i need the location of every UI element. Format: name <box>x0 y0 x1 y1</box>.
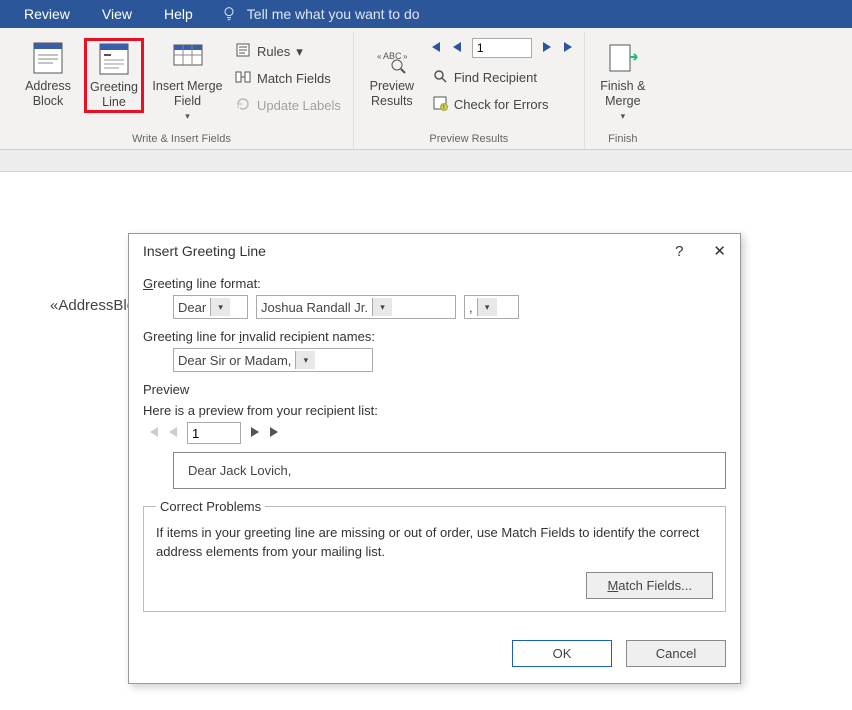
insert-greeting-line-dialog: Insert Greeting Line ? ✕ GGreeting line … <box>128 233 741 684</box>
name-format-combo[interactable]: Joshua Randall Jr. ▾ <box>256 295 456 319</box>
finish-merge-icon <box>605 40 641 76</box>
cancel-button[interactable]: Cancel <box>626 640 726 667</box>
salutation-combo[interactable]: Dear ▾ <box>173 295 248 319</box>
rules-button[interactable]: Rules ▾ <box>231 40 345 63</box>
greeting-format-label: GGreeting line format:reeting line forma… <box>143 276 726 291</box>
search-icon <box>432 68 448 87</box>
address-block-label: Address Block <box>20 79 76 109</box>
first-record-icon[interactable] <box>428 40 442 57</box>
greeting-line-button[interactable]: Greeting Line <box>84 38 144 113</box>
address-block-button[interactable]: Address Block <box>18 38 78 111</box>
preview-results-icon: «ABC» <box>374 40 410 76</box>
dropdown-caret-icon: ▾ <box>295 351 315 369</box>
group-label: Write & Insert Fields <box>18 131 345 149</box>
group-write-insert-fields: Address Block Greeting Line Insert Merge… <box>10 32 354 149</box>
update-labels-label: Update Labels <box>257 98 341 113</box>
dropdown-caret-icon: ▾ <box>296 44 303 60</box>
preview-last-icon[interactable] <box>269 426 281 441</box>
svg-text:ABC: ABC <box>383 51 402 61</box>
preview-results-button[interactable]: «ABC» Preview Results <box>362 38 422 111</box>
preview-prev-icon <box>167 426 179 441</box>
lightbulb-icon <box>221 5 237 24</box>
ribbon: Address Block Greeting Line Insert Merge… <box>0 28 852 150</box>
preview-record-input[interactable] <box>187 422 241 444</box>
correct-problems-legend: Correct Problems <box>156 499 265 514</box>
greeting-line-label: Greeting Line <box>87 80 141 110</box>
check-errors-icon: ! <box>432 95 448 114</box>
tab-view[interactable]: View <box>88 2 146 26</box>
tab-review[interactable]: Review <box>10 2 84 26</box>
punctuation-combo[interactable]: , ▾ <box>464 295 519 319</box>
match-fields-dialog-button[interactable]: Match Fields...Match Fields... <box>586 572 713 599</box>
prev-record-icon[interactable] <box>450 40 464 57</box>
group-label: Preview Results <box>362 131 576 149</box>
match-fields-label: Match Fields <box>257 71 331 86</box>
invalid-greeting-value: Dear Sir or Madam, <box>178 353 291 368</box>
preview-section-header: Preview <box>143 382 726 397</box>
dropdown-caret-icon: ▾ <box>621 109 626 124</box>
insert-merge-field-icon <box>170 40 206 76</box>
dialog-title: Insert Greeting Line <box>143 243 266 259</box>
salutation-value: Dear <box>178 300 206 315</box>
punctuation-value: , <box>469 300 473 315</box>
dropdown-caret-icon: ▾ <box>185 109 190 124</box>
invalid-names-label: Greeting line for invalid recipient name… <box>143 329 726 344</box>
group-label: Finish <box>593 131 653 149</box>
match-fields-icon <box>235 69 251 88</box>
insert-merge-field-button[interactable]: Insert Merge Field ▾ <box>150 38 225 126</box>
preview-text: Dear Jack Lovich, <box>188 463 291 478</box>
tell-me-search[interactable]: Tell me what you want to do <box>221 5 420 24</box>
tab-help[interactable]: Help <box>150 2 207 26</box>
check-errors-button[interactable]: ! Check for Errors <box>428 93 576 116</box>
dropdown-caret-icon: ▾ <box>477 298 497 316</box>
greeting-line-icon <box>96 41 132 77</box>
svg-text:»: » <box>403 52 408 61</box>
find-recipient-button[interactable]: Find Recipient <box>428 66 576 89</box>
tell-me-label: Tell me what you want to do <box>247 6 420 22</box>
group-preview-results: «ABC» Preview Results Find Recipient <box>354 32 585 149</box>
preview-intro: Here is a preview from your recipient li… <box>143 403 726 418</box>
correct-problems-group: Correct Problems If items in your greeti… <box>143 499 726 612</box>
check-errors-label: Check for Errors <box>454 97 549 112</box>
update-labels-icon <box>235 96 251 115</box>
finish-merge-button[interactable]: Finish & Merge ▾ <box>593 38 653 126</box>
record-number-input[interactable] <box>472 38 532 58</box>
svg-text:«: « <box>377 52 382 61</box>
address-block-icon <box>30 40 66 76</box>
rules-icon <box>235 42 251 61</box>
dropdown-caret-icon: ▾ <box>210 298 230 316</box>
page-gap <box>0 150 852 172</box>
preview-output: Dear Jack Lovich, <box>173 452 726 489</box>
update-labels-button: Update Labels <box>231 94 345 117</box>
preview-results-label: Preview Results <box>364 79 420 109</box>
last-record-icon[interactable] <box>562 40 576 57</box>
match-fields-button[interactable]: Match Fields <box>231 67 345 90</box>
group-finish: Finish & Merge ▾ Finish <box>585 32 661 149</box>
insert-merge-field-label: Insert Merge Field <box>152 79 223 109</box>
find-recipient-label: Find Recipient <box>454 70 537 85</box>
next-record-icon[interactable] <box>540 40 554 57</box>
ok-button[interactable]: OK <box>512 640 612 667</box>
dropdown-caret-icon: ▾ <box>372 298 392 316</box>
correct-problems-text: If items in your greeting line are missi… <box>156 524 713 562</box>
invalid-greeting-combo[interactable]: Dear Sir or Madam, ▾ <box>173 348 373 372</box>
ribbon-tabs: Review View Help Tell me what you want t… <box>0 0 852 28</box>
finish-merge-label: Finish & Merge <box>595 79 651 109</box>
close-icon[interactable]: ✕ <box>713 242 726 260</box>
rules-label: Rules <box>257 44 290 59</box>
preview-next-icon[interactable] <box>249 426 261 441</box>
help-button[interactable]: ? <box>675 243 683 260</box>
name-format-value: Joshua Randall Jr. <box>261 300 368 315</box>
preview-first-icon <box>147 426 159 441</box>
